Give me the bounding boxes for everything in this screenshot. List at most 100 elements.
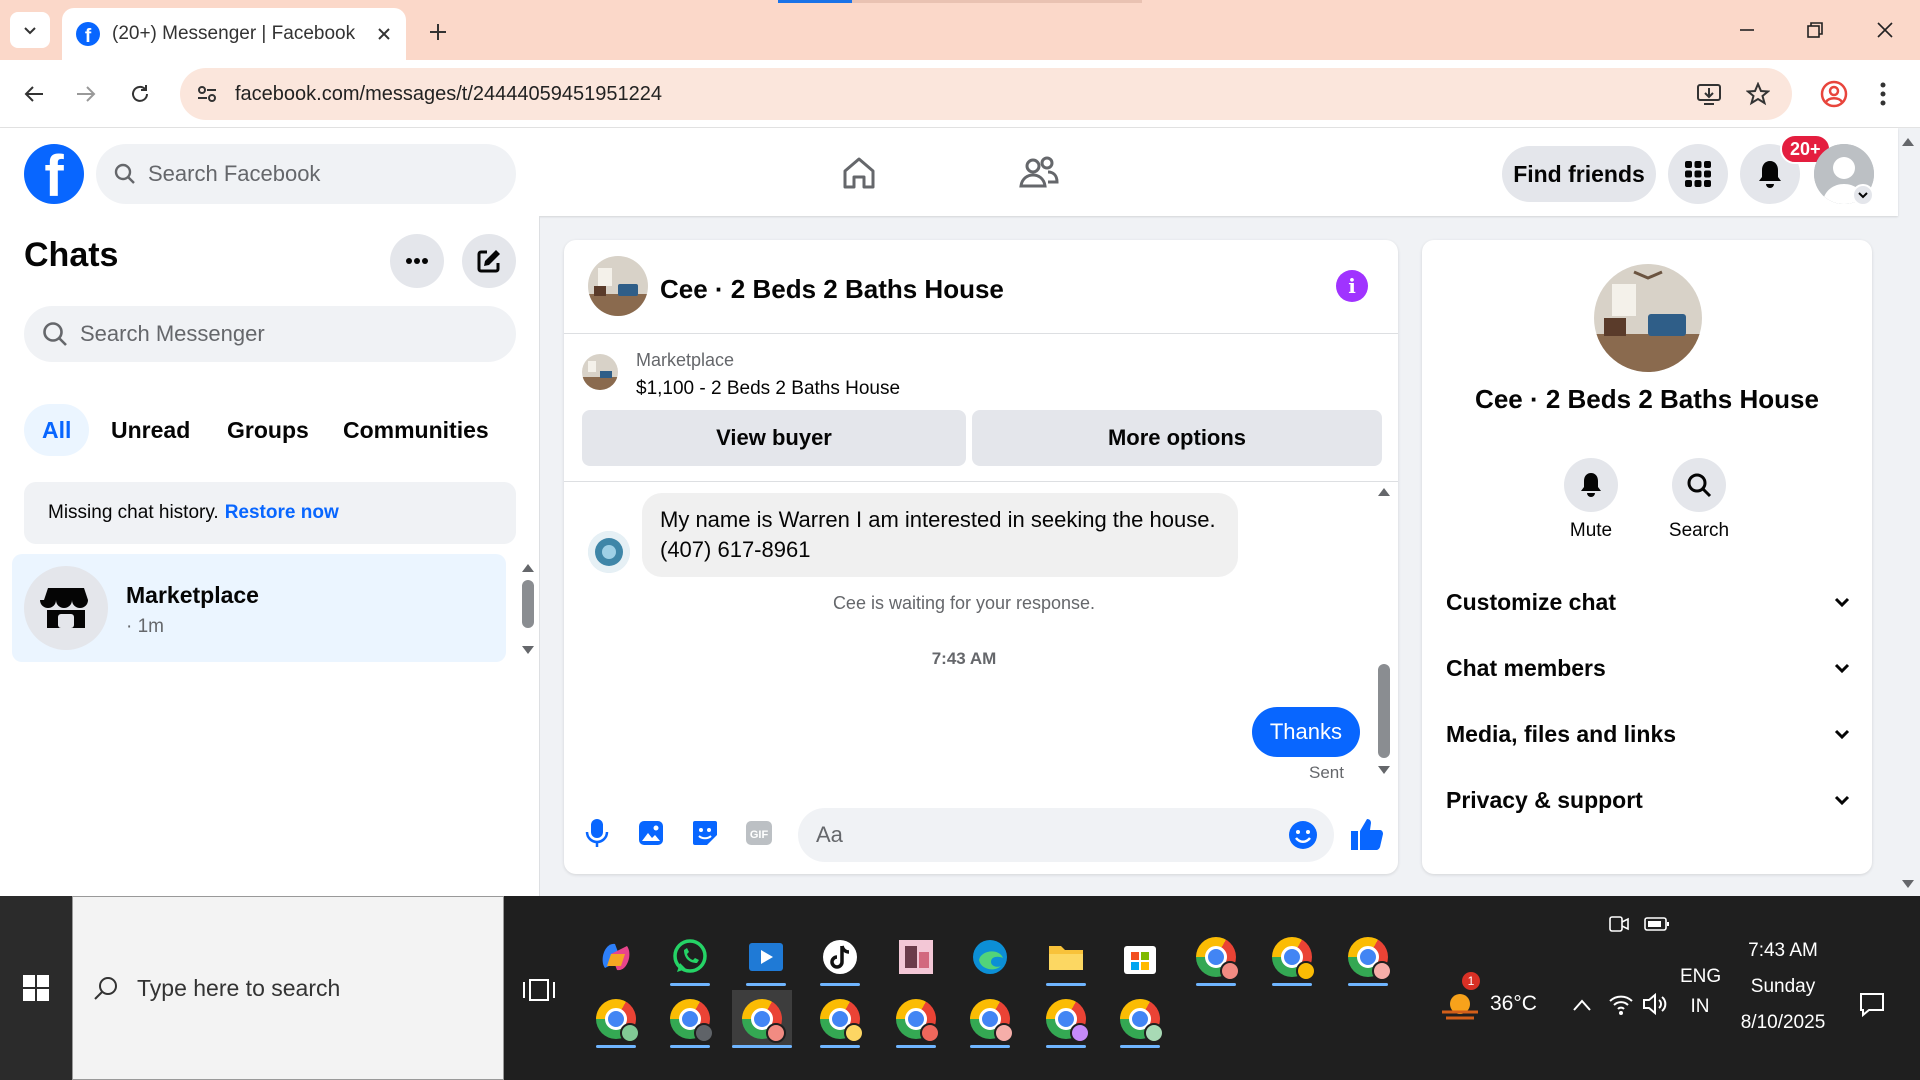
chat-members-row[interactable]: Chat members <box>1446 648 1850 688</box>
outgoing-message-bubble[interactable]: Thanks <box>1251 707 1360 757</box>
restore-button[interactable] <box>1790 10 1840 50</box>
show-hidden-icons-icon[interactable] <box>1572 998 1592 1012</box>
filter-all[interactable]: All <box>24 404 90 456</box>
chats-options-button[interactable] <box>390 234 444 288</box>
language-indicator[interactable]: ENG IN <box>1680 966 1721 1018</box>
listing-thumbnail[interactable] <box>582 354 618 390</box>
mute-button[interactable]: Mute <box>1546 458 1636 542</box>
taskbar-store[interactable] <box>1110 928 1170 986</box>
page-scroll-down-icon[interactable] <box>1900 878 1916 890</box>
taskbar-chrome-4[interactable] <box>586 990 646 1048</box>
taskbar-chrome-2[interactable] <box>1262 928 1322 986</box>
find-friends-button[interactable]: Find friends <box>1502 146 1656 202</box>
new-tab-button[interactable] <box>420 14 456 50</box>
taskbar-photo-app[interactable] <box>886 928 946 986</box>
chrome-icon <box>1196 937 1240 981</box>
clock[interactable]: 7:43 AM Sunday 8/10/2025 <box>1730 940 1836 1034</box>
site-info-icon[interactable] <box>196 83 218 105</box>
volume-icon[interactable] <box>1642 992 1668 1016</box>
taskbar-chrome-7[interactable] <box>810 990 870 1048</box>
taskbar-search-box[interactable]: Type here to search <box>72 896 504 1080</box>
battery-icon[interactable] <box>1644 916 1670 932</box>
omnibox[interactable]: facebook.com/messages/t/2444405945195122… <box>180 68 1792 120</box>
conversation-avatar[interactable] <box>588 256 648 316</box>
listing-description[interactable]: $1,100 - 2 Beds 2 Baths House <box>636 378 900 400</box>
search-in-chat-button[interactable]: Search <box>1654 458 1744 542</box>
attach-photo-button[interactable] <box>636 818 666 848</box>
filter-communities[interactable]: Communities <box>325 404 507 456</box>
taskbar-chrome-6-active[interactable] <box>732 990 792 1048</box>
filter-groups[interactable]: Groups <box>209 404 327 456</box>
notification-center-icon[interactable] <box>1858 990 1886 1018</box>
taskbar-clipchamp[interactable] <box>736 928 796 986</box>
taskbar-chrome-10[interactable] <box>1036 990 1096 1048</box>
minimize-button[interactable] <box>1722 10 1772 50</box>
filter-unread[interactable]: Unread <box>93 404 208 456</box>
restore-now-link[interactable]: Restore now <box>225 502 339 524</box>
facebook-logo[interactable]: f <box>24 144 84 204</box>
browser-tab-active[interactable]: f (20+) Messenger | Facebook <box>62 8 406 60</box>
close-window-button[interactable] <box>1860 10 1910 50</box>
chats-scrollbar-thumb[interactable] <box>522 580 534 628</box>
close-tab-icon[interactable] <box>376 26 392 42</box>
menu-button[interactable] <box>1668 144 1728 204</box>
taskbar-whatsapp[interactable] <box>660 928 720 986</box>
weather-temperature[interactable]: 36°C <box>1490 992 1537 1016</box>
gif-button[interactable]: GIF <box>744 818 774 848</box>
profile-account-icon[interactable] <box>1820 80 1848 108</box>
conversation-title[interactable]: Cee · 2 Beds 2 Baths House <box>660 274 1004 305</box>
taskbar-copilot[interactable] <box>586 928 646 986</box>
chat-list-item[interactable]: Marketplace · 1m <box>12 554 506 662</box>
new-message-button[interactable] <box>462 234 516 288</box>
friends-nav-button[interactable] <box>1014 148 1064 198</box>
scroll-down-arrow-icon[interactable] <box>520 644 536 656</box>
thread-scrollbar-thumb[interactable] <box>1378 664 1390 758</box>
taskbar-chrome-3[interactable] <box>1338 928 1398 986</box>
forward-button[interactable] <box>66 74 106 114</box>
emoji-icon[interactable] <box>1288 820 1318 850</box>
view-buyer-button[interactable]: View buyer <box>582 410 966 466</box>
voice-clip-button[interactable] <box>582 818 612 848</box>
info-panel-avatar[interactable] <box>1594 264 1702 372</box>
wifi-icon[interactable] <box>1608 992 1634 1016</box>
media-files-links-row[interactable]: Media, files and links <box>1446 714 1850 754</box>
taskbar-tiktok[interactable] <box>810 928 870 986</box>
chat-info-panel: Cee · 2 Beds 2 Baths House Mute Search C… <box>1422 240 1872 874</box>
scroll-up-arrow-icon[interactable] <box>1376 486 1392 498</box>
taskbar-chrome-11[interactable] <box>1110 990 1170 1048</box>
conversation-info-button[interactable]: i <box>1336 270 1368 302</box>
weather-icon[interactable] <box>1440 988 1480 1022</box>
facebook-search-input[interactable]: Search Facebook <box>96 144 516 204</box>
start-button[interactable] <box>0 896 72 1080</box>
bookmark-star-icon[interactable] <box>1746 82 1770 106</box>
back-button[interactable] <box>14 74 54 114</box>
tab-search-button[interactable] <box>10 12 50 48</box>
taskbar-chrome-1[interactable] <box>1186 928 1246 986</box>
customize-chat-row[interactable]: Customize chat <box>1446 582 1850 622</box>
messenger-search-input[interactable]: Search Messenger <box>24 306 516 362</box>
page-scroll-up-icon[interactable] <box>1900 136 1916 148</box>
thumbs-up-icon[interactable] <box>1348 816 1384 852</box>
taskbar-chrome-9[interactable] <box>960 990 1020 1048</box>
chrome-icon <box>970 999 1014 1043</box>
scroll-down-arrow-icon[interactable] <box>1376 764 1392 776</box>
meet-now-icon[interactable] <box>1608 914 1630 934</box>
home-nav-button[interactable] <box>834 148 884 198</box>
more-options-button[interactable]: More options <box>972 410 1382 466</box>
install-app-icon[interactable] <box>1696 82 1722 106</box>
chats-title: Chats <box>24 236 119 274</box>
sender-avatar[interactable] <box>588 531 630 573</box>
message-input[interactable]: Aa <box>798 808 1334 862</box>
reload-button[interactable] <box>120 74 160 114</box>
taskbar-edge[interactable] <box>960 928 1020 986</box>
browser-menu-icon[interactable] <box>1878 80 1888 108</box>
taskbar-chrome-8[interactable] <box>886 990 946 1048</box>
scroll-up-arrow-icon[interactable] <box>520 562 536 574</box>
sticker-button[interactable] <box>690 818 720 848</box>
privacy-support-row[interactable]: Privacy & support <box>1446 780 1850 820</box>
incoming-message-bubble[interactable]: My name is Warren I am interested in see… <box>642 493 1238 577</box>
taskbar-chrome-5[interactable] <box>660 990 720 1048</box>
account-chevron-button[interactable] <box>1852 184 1874 206</box>
task-view-icon[interactable] <box>520 970 560 1010</box>
taskbar-file-explorer[interactable] <box>1036 928 1096 986</box>
